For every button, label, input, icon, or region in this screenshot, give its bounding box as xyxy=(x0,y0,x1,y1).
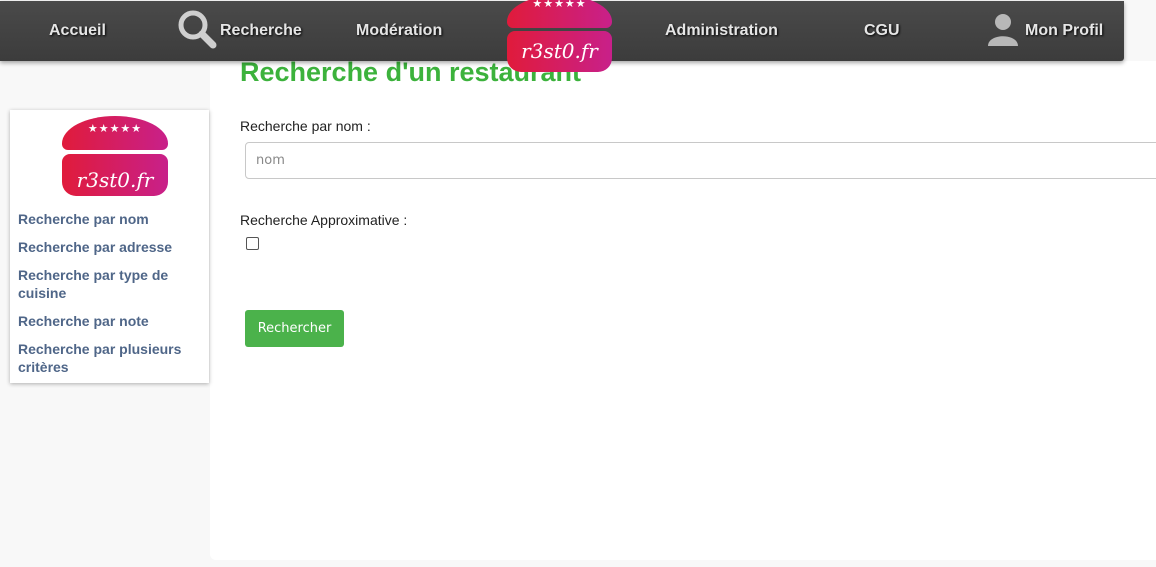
name-search-input[interactable] xyxy=(245,142,1156,179)
sidebar-link-nom[interactable]: Recherche par nom xyxy=(18,210,203,228)
nav-item-mon-profil[interactable]: Mon Profil xyxy=(985,1,1103,61)
logo-text: r3st0.fr xyxy=(521,39,598,63)
nav-item-label: Recherche xyxy=(220,22,302,39)
stars-icon: ★★★★★ xyxy=(87,122,143,135)
approx-search-label: Recherche Approximative : xyxy=(240,212,408,228)
nav-item-recherche[interactable]: Recherche xyxy=(177,1,302,61)
main-content: Recherche d'un restaurant Recherche par … xyxy=(210,57,1156,560)
logo-text: r3st0.fr xyxy=(76,168,154,192)
approx-search-checkbox[interactable] xyxy=(246,237,259,250)
search-button[interactable]: Rechercher xyxy=(245,310,344,347)
sidebar: ★★★★★ r3st0.fr Recherche par nom Recherc… xyxy=(10,110,209,383)
nav-item-cgu[interactable]: CGU xyxy=(864,1,900,61)
sidebar-link-adresse[interactable]: Recherche par adresse xyxy=(18,238,203,256)
sidebar-link-note[interactable]: Recherche par note xyxy=(18,312,203,330)
name-search-label: Recherche par nom : xyxy=(240,118,371,134)
logo[interactable]: ★★★★★ r3st0.fr xyxy=(507,0,612,72)
sidebar-link-plusieurs-criteres[interactable]: Recherche par plusieurs critères xyxy=(18,340,203,376)
nav-item-label: Accueil xyxy=(49,22,106,39)
nav-item-label: CGU xyxy=(864,22,900,39)
nav-item-moderation[interactable]: Modération xyxy=(356,1,442,61)
sidebar-link-type-cuisine[interactable]: Recherche par type de cuisine xyxy=(18,266,203,302)
nav-item-accueil[interactable]: Accueil xyxy=(49,1,106,61)
nav-item-label: Mon Profil xyxy=(1025,22,1104,39)
sidebar-logo[interactable]: ★★★★★ r3st0.fr xyxy=(62,116,168,196)
nav-item-label: Administration xyxy=(665,22,778,39)
stars-icon: ★★★★★ xyxy=(532,0,587,10)
sidebar-links: Recherche par nom Recherche par adresse … xyxy=(18,210,203,386)
nav-item-label: Modération xyxy=(356,22,443,39)
user-icon xyxy=(985,11,1021,52)
search-icon xyxy=(177,9,217,54)
nav-item-administration[interactable]: Administration xyxy=(665,1,778,61)
